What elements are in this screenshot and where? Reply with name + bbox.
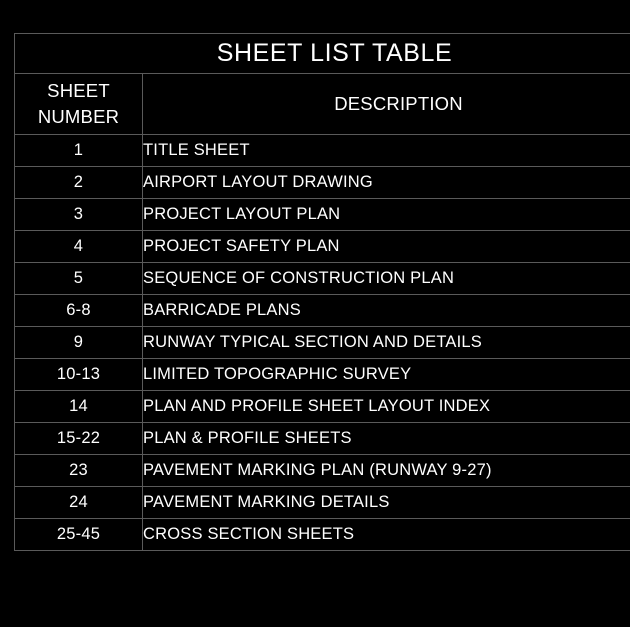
table-row: 9 RUNWAY TYPICAL SECTION AND DETAILS	[14, 326, 630, 359]
cell-description: LIMITED TOPOGRAPHIC SURVEY	[141, 358, 630, 391]
cell-description: AIRPORT LAYOUT DRAWING	[141, 166, 630, 199]
cell-description: TITLE SHEET	[141, 134, 630, 167]
table-row: 1 TITLE SHEET	[14, 134, 630, 167]
cell-description: PAVEMENT MARKING DETAILS	[141, 486, 630, 519]
cell-sheet-number: 23	[14, 454, 143, 487]
cell-sheet-number: 5	[14, 262, 143, 295]
cell-sheet-number: 15-22	[14, 422, 143, 455]
table-row: 15-22 PLAN & PROFILE SHEETS	[14, 422, 630, 455]
table-row: 2 AIRPORT LAYOUT DRAWING	[14, 166, 630, 199]
table-row: 5 SEQUENCE OF CONSTRUCTION PLAN	[14, 262, 630, 295]
cell-sheet-number: 14	[14, 390, 143, 423]
table-row: 14 PLAN AND PROFILE SHEET LAYOUT INDEX	[14, 390, 630, 423]
cell-description: PROJECT SAFETY PLAN	[141, 230, 630, 263]
table-row: 10-13 LIMITED TOPOGRAPHIC SURVEY	[14, 358, 630, 391]
cell-sheet-number: 3	[14, 198, 143, 231]
table-title-row: SHEET LIST TABLE	[13, 33, 630, 74]
column-header-sheet-number: SHEET NUMBER	[14, 73, 143, 135]
cell-sheet-number: 24	[14, 486, 143, 519]
column-header-sheet-number-line2: NUMBER	[37, 106, 120, 127]
table-header-row: SHEET NUMBER DESCRIPTION	[14, 73, 630, 135]
cell-sheet-number: 10-13	[14, 358, 143, 391]
table-row: 3 PROJECT LAYOUT PLAN	[14, 198, 630, 231]
table-row: 25-45 CROSS SECTION SHEETS	[14, 518, 630, 551]
sheet-list-table-body: SHEET LIST TABLE SHEET NUMBER DESCRIPTIO…	[13, 33, 630, 551]
cell-description: CROSS SECTION SHEETS	[141, 518, 630, 551]
sheet-list-table: SHEET LIST TABLE SHEET NUMBER DESCRIPTIO…	[13, 33, 630, 551]
cell-description: PLAN & PROFILE SHEETS	[141, 422, 630, 455]
table-row: 6-8 BARRICADE PLANS	[14, 294, 630, 327]
cell-sheet-number: 1	[14, 134, 143, 167]
table-row: 4 PROJECT SAFETY PLAN	[14, 230, 630, 263]
table-title: SHEET LIST TABLE	[13, 33, 630, 74]
column-header-description: DESCRIPTION	[141, 73, 630, 135]
cell-description: SEQUENCE OF CONSTRUCTION PLAN	[141, 262, 630, 295]
cell-description: RUNWAY TYPICAL SECTION AND DETAILS	[141, 326, 630, 359]
cell-description: PLAN AND PROFILE SHEET LAYOUT INDEX	[141, 390, 630, 423]
cell-sheet-number: 4	[14, 230, 143, 263]
cell-description: PAVEMENT MARKING PLAN (RUNWAY 9-27)	[141, 454, 630, 487]
cell-sheet-number: 9	[14, 326, 143, 359]
column-header-sheet-number-line1: SHEET	[47, 80, 110, 101]
table-row: 23 PAVEMENT MARKING PLAN (RUNWAY 9-27)	[14, 454, 630, 487]
cell-description: BARRICADE PLANS	[141, 294, 630, 327]
cell-sheet-number: 6-8	[14, 294, 143, 327]
table-row: 24 PAVEMENT MARKING DETAILS	[14, 486, 630, 519]
cell-sheet-number: 2	[14, 166, 143, 199]
drawing-canvas: SHEET LIST TABLE SHEET NUMBER DESCRIPTIO…	[0, 0, 630, 627]
cell-description: PROJECT LAYOUT PLAN	[141, 198, 630, 231]
cell-sheet-number: 25-45	[14, 518, 143, 551]
